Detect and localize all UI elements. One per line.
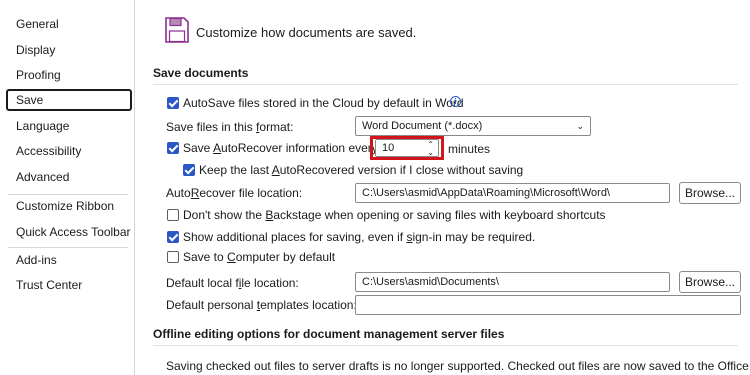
chevron-down-icon: ⌄ [576, 121, 584, 131]
sidebar-item-language[interactable]: Language [6, 115, 132, 137]
save-format-select[interactable]: Word Document (*.docx) ⌄ [355, 116, 591, 136]
minutes-unit-label: minutes [448, 142, 491, 156]
save-format-label: Save files in this format: [166, 120, 294, 134]
autorecover-location-label: AutoRecover file location: [166, 186, 303, 200]
save-to-computer-label: Save to Computer by default [183, 250, 336, 264]
spinner-down-icon[interactable]: ⌄ [427, 145, 434, 156]
show-additional-places-checkbox[interactable] [167, 231, 179, 243]
save-floppy-icon [165, 17, 189, 43]
default-local-location-field[interactable]: C:\Users\asmid\Documents\ [355, 272, 670, 292]
autorecover-minutes-spinner[interactable]: 10 ⌃ ⌄ [375, 139, 439, 157]
section-divider [153, 345, 738, 346]
no-backstage-checkbox[interactable] [167, 209, 179, 221]
sidebar-divider [8, 247, 128, 248]
sidebar-item-quick-access-toolbar[interactable]: Quick Access Toolbar [6, 221, 132, 243]
options-sidebar: General Display Proofing Save Language A… [0, 0, 135, 375]
sidebar-item-trust-center[interactable]: Trust Center [6, 274, 132, 296]
sidebar-item-accessibility[interactable]: Accessibility [6, 140, 132, 162]
save-format-value: Word Document (*.docx) [362, 120, 483, 132]
autosave-cloud-label: AutoSave files stored in the Cloud by de… [183, 96, 464, 110]
section-divider [153, 84, 738, 85]
sidebar-item-proofing[interactable]: Proofing [6, 64, 132, 86]
default-local-location-label: Default local file location: [166, 276, 299, 290]
sidebar-item-general[interactable]: General [6, 13, 132, 35]
autorecover-minutes-value: 10 [382, 142, 395, 154]
autosave-cloud-checkbox[interactable] [167, 97, 179, 109]
offline-description: Saving checked out files to server draft… [166, 359, 749, 373]
save-to-computer-checkbox[interactable] [167, 251, 179, 263]
section-title-offline-editing: Offline editing options for document man… [153, 327, 505, 341]
no-backstage-label: Don't show the Backstage when opening or… [183, 208, 606, 222]
page-header-text: Customize how documents are saved. [196, 25, 417, 40]
sidebar-item-add-ins[interactable]: Add-ins [6, 249, 132, 271]
browse-default-local-button[interactable]: Browse... [679, 271, 741, 293]
autorecover-location-field[interactable]: C:\Users\asmid\AppData\Roaming\Microsoft… [355, 183, 670, 203]
sidebar-item-customize-ribbon[interactable]: Customize Ribbon [6, 195, 132, 217]
autorecover-label: Save AutoRecover information every [183, 141, 378, 155]
sidebar-item-advanced[interactable]: Advanced [6, 166, 132, 188]
section-title-save-documents: Save documents [153, 66, 249, 80]
browse-autorecover-button[interactable]: Browse... [679, 182, 741, 204]
sidebar-item-save[interactable]: Save [6, 89, 132, 111]
default-templates-location-field[interactable] [355, 295, 741, 315]
keep-last-autorecovered-label: Keep the last AutoRecovered version if I… [199, 163, 524, 177]
autorecover-checkbox[interactable] [167, 142, 179, 154]
default-templates-location-label: Default personal templates location: [166, 298, 357, 312]
info-icon[interactable]: i [450, 96, 461, 107]
save-options-panel: Customize how documents are saved. Save … [135, 0, 750, 375]
sidebar-item-display[interactable]: Display [6, 39, 132, 61]
show-additional-places-label: Show additional places for saving, even … [183, 230, 536, 244]
keep-last-autorecovered-checkbox[interactable] [183, 164, 195, 176]
